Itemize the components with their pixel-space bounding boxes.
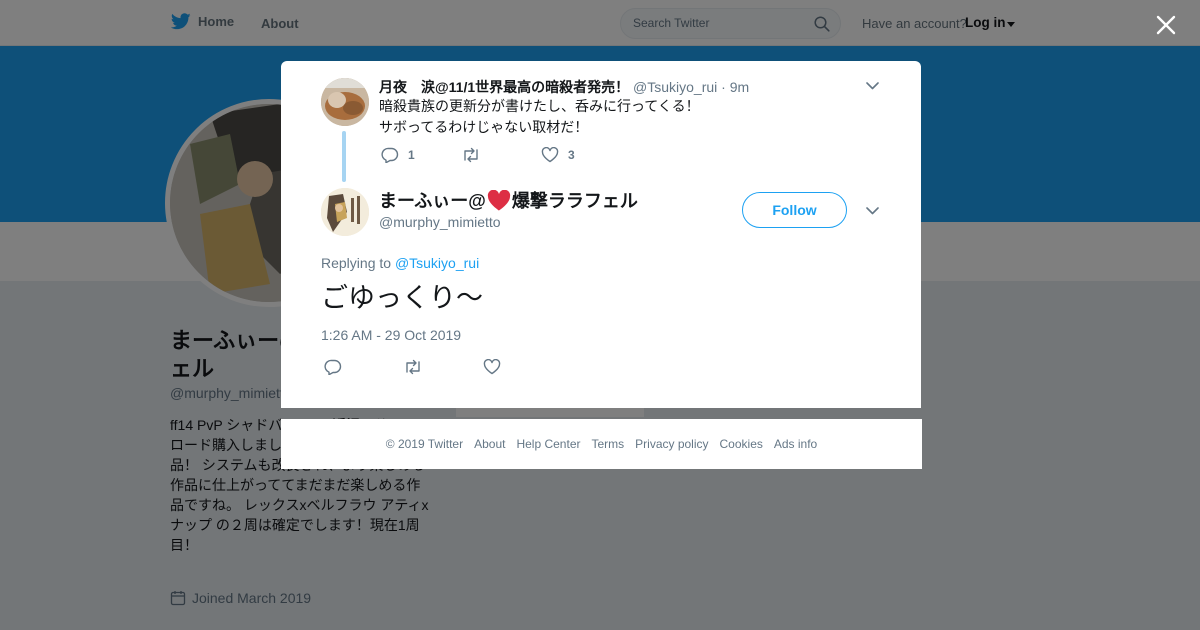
follow-button[interactable]: Follow [742,192,847,228]
author-avatar-image [321,188,369,236]
reply-action[interactable] [324,359,342,375]
retweet-action[interactable] [461,147,490,163]
heart-icon [483,359,501,375]
reply-icon [324,359,342,375]
like-action[interactable]: 3 [541,147,575,163]
chevron-down-icon[interactable] [866,207,879,215]
tweet-timestamp[interactable]: 1:26 AM - 29 Oct 2019 [321,327,461,343]
retweet-icon [464,147,478,163]
like-count: 3 [568,148,575,162]
reply-count: 1 [408,148,415,162]
cat-avatar-image [321,78,369,126]
parent-tweet-avatar[interactable] [321,78,369,126]
thread-line [342,131,346,182]
footer-link-help-center[interactable]: Help Center [516,437,580,451]
tweet-text: ごゆっくり～ [321,283,483,313]
footer-link-ads-info[interactable]: Ads info [774,437,817,451]
parent-tweet-time[interactable]: 9m [730,79,749,95]
parent-tweet-header: 月夜 涙@11/1世界最高の暗殺者発売！ @Tsukiyo_rui · 9m [379,77,749,97]
retweet-action[interactable] [403,359,423,375]
parent-author-handle[interactable]: @Tsukiyo_rui [633,79,717,95]
parent-tweet-text: 暗殺貴族の更新分が書けたし、呑みに行ってくる！ サボってるわけじゃない取材だ！ [379,96,700,138]
author-name-suffix: 爆撃ララフェル [511,191,638,211]
like-action[interactable] [483,359,501,375]
close-icon[interactable] [1154,13,1178,37]
footer-link-about[interactable]: About [474,437,505,451]
footer-links: © 2019 Twitter About Help Center Terms P… [281,419,922,469]
heart-icon [541,147,559,163]
author-avatar[interactable] [321,188,369,236]
reply-icon [381,147,399,163]
footer-copyright: © 2019 Twitter [385,437,464,451]
parent-tweet-line: 暗殺貴族の更新分が書けたし、呑みに行ってくる！ [379,98,700,114]
replying-to: Replying to @Tsukiyo_rui [321,255,479,271]
replying-to-link[interactable]: @Tsukiyo_rui [395,255,479,271]
reply-action[interactable]: 1 [381,147,415,163]
parent-time-separator: · [721,79,726,95]
chevron-down-icon[interactable] [866,82,879,90]
parent-author-name[interactable]: 月夜 涙@11/1世界最高の暗殺者発売！ [379,79,629,95]
author-name-prefix: まーふぃー@ [379,191,486,211]
footer-link-privacy[interactable]: Privacy policy [635,437,708,451]
red-heart-icon [487,189,510,210]
replying-prefix: Replying to [321,255,392,271]
parent-tweet-line: サボってるわけじゃない取材だ！ [379,119,589,135]
retweet-icon [406,359,420,375]
dialog-footer: © 2019 Twitter About Help Center Terms P… [281,419,922,469]
author-name[interactable]: まーふぃー@ 爆撃ララフェル [379,187,638,213]
footer-link-cookies[interactable]: Cookies [720,437,763,451]
author-handle[interactable]: @murphy_mimietto [379,214,501,230]
footer-link-terms[interactable]: Terms [591,437,624,451]
tweet-dialog: 月夜 涙@11/1世界最高の暗殺者発売！ @Tsukiyo_rui · 9m 暗… [281,61,921,408]
